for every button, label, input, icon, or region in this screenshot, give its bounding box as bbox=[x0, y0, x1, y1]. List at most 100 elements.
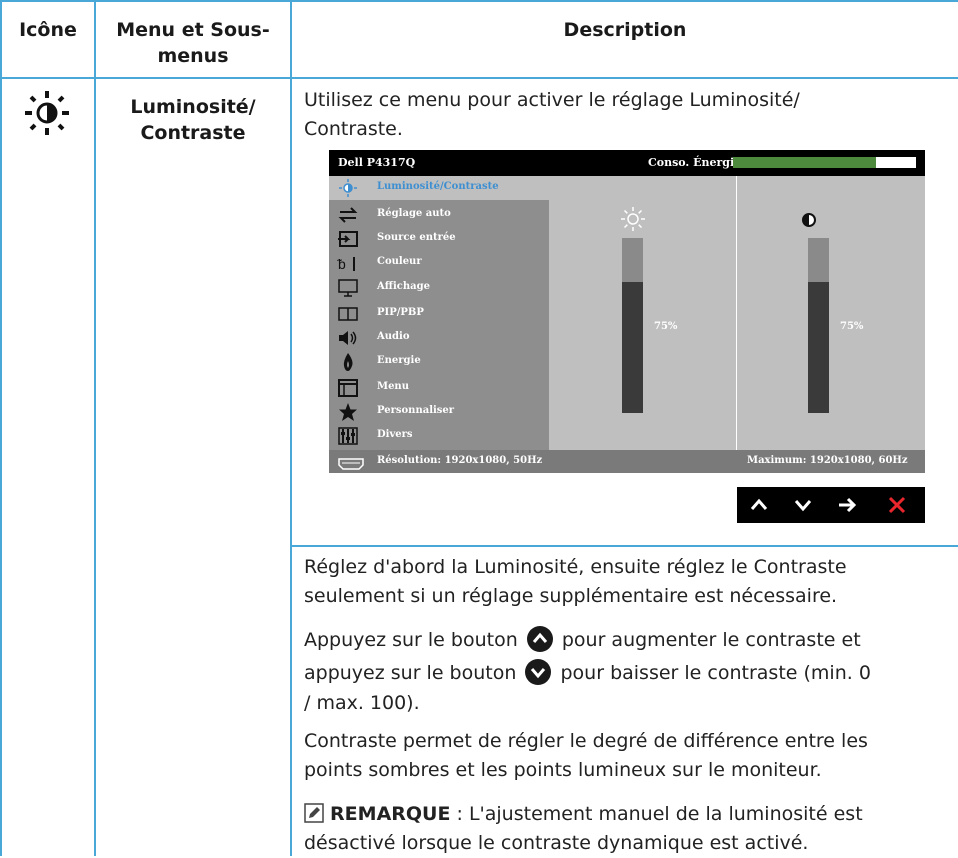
osd-nav-bar bbox=[737, 487, 925, 523]
osd-title-bar: Dell P4317Q Conso. Énergie bbox=[329, 150, 925, 176]
hdmi-icon bbox=[338, 455, 364, 470]
note-line1: REMARQUE : L'ajustement manuel de la lum… bbox=[304, 800, 956, 829]
osd-menu-item[interactable]: Réglage auto bbox=[329, 203, 549, 227]
osd-menu-item[interactable]: ᵬ Couleur bbox=[329, 251, 549, 275]
right-arrow-button[interactable] bbox=[825, 487, 869, 523]
down-arrow-button[interactable] bbox=[781, 487, 825, 523]
osd-menu-item[interactable]: Menu bbox=[329, 376, 549, 400]
up-arrow-icon bbox=[750, 498, 768, 510]
osd-menu-item-label: Réglage auto bbox=[377, 208, 451, 219]
osd-contrast-panel bbox=[737, 176, 925, 450]
menu-icon bbox=[337, 378, 359, 398]
note: REMARQUE : L'ajustement manuel de la lum… bbox=[304, 800, 956, 858]
osd-menu-item[interactable]: Luminosité/Contraste bbox=[329, 176, 549, 200]
osd-energy-meter bbox=[733, 157, 916, 168]
osd-resolution: Résolution: 1920x1080, 50Hz bbox=[377, 455, 543, 466]
table-subrow-divider bbox=[290, 545, 958, 547]
header-menu-col-line1: Menu et Sous- bbox=[116, 19, 270, 41]
note-line2: désactivé lorsque le contraste dynamique… bbox=[304, 832, 809, 854]
p1-line1: Réglez d'abord la Luminosité, ensuite ré… bbox=[304, 556, 847, 578]
star-icon bbox=[337, 402, 359, 422]
osd-energy-label: Conso. Énergie bbox=[648, 156, 742, 169]
osd-menu-item-label: Divers bbox=[377, 429, 413, 440]
intro-text: Utilisez ce menu pour activer le réglage… bbox=[304, 86, 954, 144]
brightness-contrast-icon bbox=[337, 178, 359, 198]
osd-menu-item-label: Source entrée bbox=[377, 232, 456, 243]
contrast-icon bbox=[801, 212, 817, 228]
osd-model-name: Dell P4317Q bbox=[338, 156, 416, 169]
up-button-inline-icon bbox=[526, 626, 553, 652]
osd-maximum: Maximum: 1920x1080, 60Hz bbox=[747, 455, 908, 466]
sun-icon bbox=[620, 206, 646, 232]
header-desc-col: Description bbox=[563, 19, 687, 41]
p1-line2: seulement si un réglage supplémentaire e… bbox=[304, 585, 838, 607]
paragraph-1: Réglez d'abord la Luminosité, ensuite ré… bbox=[304, 553, 956, 611]
paragraph-3: Contraste permet de régler le degré de d… bbox=[304, 727, 956, 785]
osd-menu-item[interactable]: Source entrée bbox=[329, 227, 549, 251]
osd-menu-item[interactable]: Divers bbox=[329, 424, 549, 448]
contrast-value: 75% bbox=[840, 321, 864, 332]
p2-line2-a: appuyez sur le bouton bbox=[304, 662, 517, 684]
pip-pbp-icon bbox=[337, 304, 359, 324]
header-icon-col: Icône bbox=[19, 19, 77, 41]
osd-menu-item[interactable]: Personnaliser bbox=[329, 400, 549, 424]
header-menu-col: Menu et Sous- menus bbox=[96, 17, 290, 69]
osd-menu: Dell P4317Q Conso. Énergie Luminosité/Co… bbox=[329, 150, 925, 473]
auto-adjust-icon bbox=[337, 205, 359, 225]
osd-menu-item[interactable]: PIP/PBP bbox=[329, 302, 549, 326]
p2-line1-b: pour augmenter le contraste et bbox=[561, 629, 861, 651]
osd-status-bar: Résolution: 1920x1080, 50Hz Maximum: 192… bbox=[329, 450, 925, 473]
close-icon bbox=[888, 496, 906, 514]
contrast-slider-fill bbox=[808, 281, 829, 413]
close-button[interactable] bbox=[875, 487, 919, 523]
osd-menu-item[interactable]: Affichage bbox=[329, 276, 549, 300]
up-arrow-button[interactable] bbox=[737, 487, 781, 523]
brightness-slider[interactable] bbox=[622, 238, 643, 413]
right-arrow-icon bbox=[839, 497, 857, 513]
note-pencil-icon bbox=[304, 803, 324, 823]
note-title: REMARQUE bbox=[330, 803, 451, 825]
svg-text:ᵬ: ᵬ bbox=[337, 257, 346, 273]
row-menu-line1: Luminosité/ bbox=[130, 96, 256, 118]
p2-line2-b: pour baisser le contraste (min. 0 bbox=[560, 662, 871, 684]
osd-menu-item-label: Menu bbox=[377, 381, 409, 392]
table-header-divider bbox=[0, 77, 958, 79]
osd-energy-fill bbox=[733, 157, 876, 168]
osd-menu-item-label: Energie bbox=[377, 355, 421, 366]
down-arrow-icon bbox=[794, 500, 812, 512]
brightness-contrast-icon bbox=[24, 90, 70, 136]
header-menu-col-line2: menus bbox=[157, 45, 229, 67]
osd-menu-item-label: Personnaliser bbox=[377, 405, 455, 416]
p2-line1-a: Appuyez sur le bouton bbox=[304, 629, 518, 651]
row-menu-line2: Contraste bbox=[140, 122, 246, 144]
input-source-icon bbox=[337, 229, 359, 249]
osd-menu-item-label: Audio bbox=[377, 331, 410, 342]
osd-menu-item-label: Couleur bbox=[377, 256, 422, 267]
brightness-slider-fill bbox=[622, 281, 643, 413]
paragraph-2: Appuyez sur le bouton pour augmenter le … bbox=[304, 625, 956, 718]
down-button-inline-icon bbox=[525, 659, 552, 685]
row-menu-label: Luminosité/ Contraste bbox=[96, 94, 290, 146]
osd-menu-item[interactable]: Audio bbox=[329, 326, 549, 350]
display-icon bbox=[337, 278, 359, 298]
osd-menu-item-label: PIP/PBP bbox=[377, 307, 424, 318]
osd-menu-item[interactable]: Energie bbox=[329, 350, 549, 374]
table-top-border bbox=[0, 0, 958, 2]
p3-line2: points sombres et les points lumineux su… bbox=[304, 759, 822, 781]
osd-menu-item-label: Luminosité/Contraste bbox=[377, 181, 499, 192]
audio-icon bbox=[337, 328, 359, 348]
energy-icon bbox=[337, 352, 359, 372]
p3-line1: Contraste permet de régler le degré de d… bbox=[304, 730, 868, 752]
brightness-value: 75% bbox=[654, 321, 678, 332]
color-icon: ᵬ bbox=[337, 253, 359, 273]
misc-icon bbox=[337, 426, 359, 446]
p2-line3: / max. 100). bbox=[304, 692, 420, 714]
note-line1-rest: : L'ajustement manuel de la luminosité e… bbox=[450, 803, 863, 825]
contrast-slider[interactable] bbox=[808, 238, 829, 413]
intro-line1: Utilisez ce menu pour activer le réglage… bbox=[304, 89, 800, 111]
p2-line2: appuyez sur le bouton pour baisser le co… bbox=[304, 658, 956, 688]
intro-line2: Contraste. bbox=[304, 118, 403, 140]
table-col-divider-2 bbox=[290, 0, 292, 856]
osd-menu-item-label: Affichage bbox=[377, 281, 430, 292]
table-left-border bbox=[0, 0, 2, 856]
